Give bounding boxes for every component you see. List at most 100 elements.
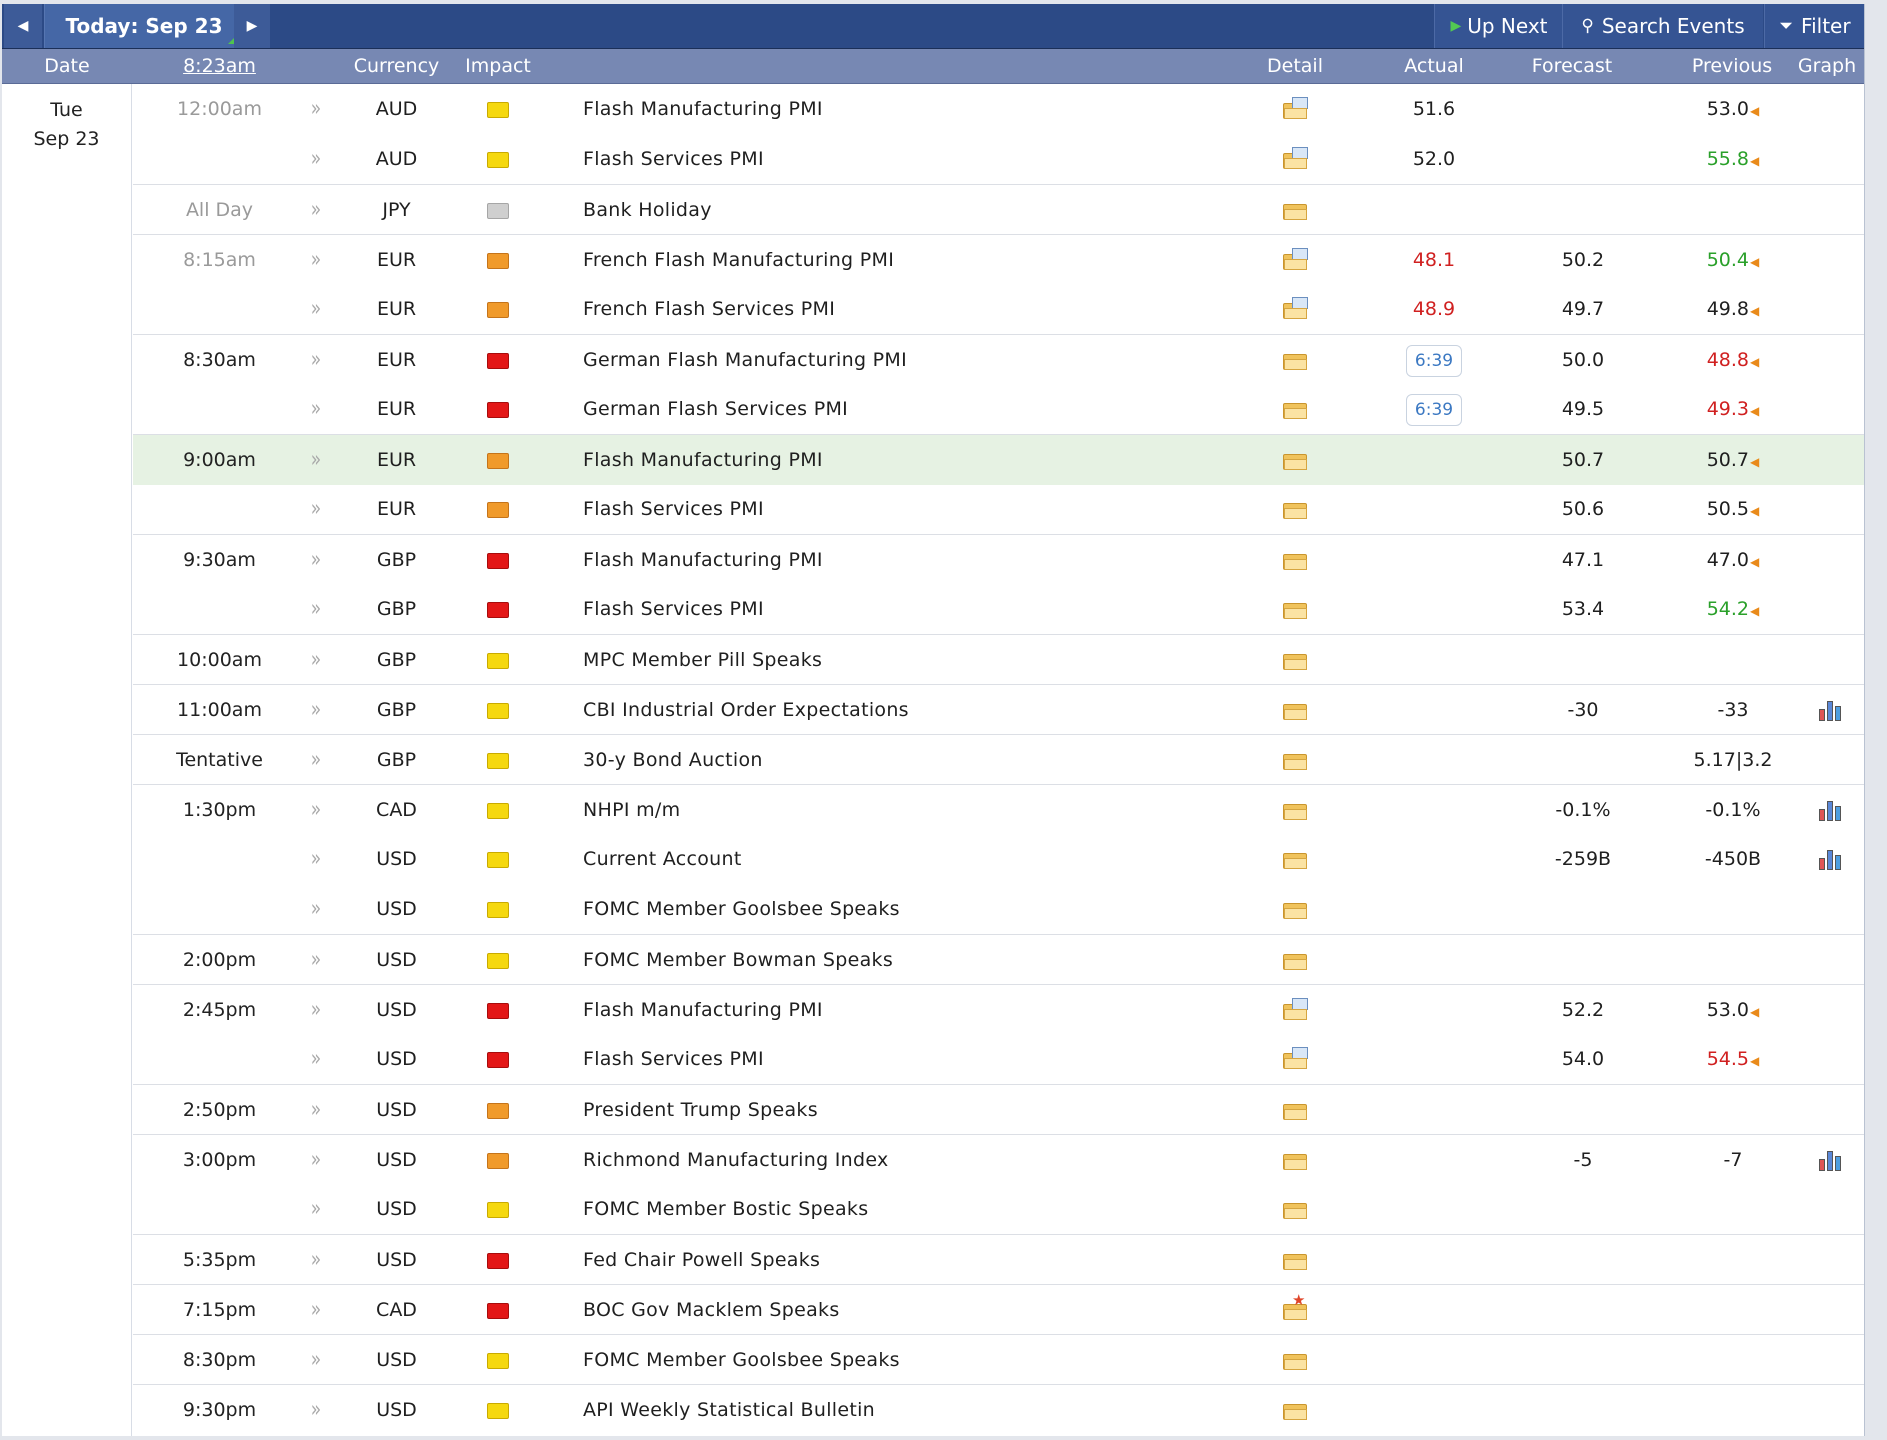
filter-button[interactable]: ⏷ Filter [1764,4,1864,48]
event-title[interactable]: Flash Manufacturing PMI [583,435,1223,485]
event-title[interactable]: German Flash Services PMI [583,384,1223,434]
event-title[interactable]: Richmond Manufacturing Index [583,1135,1223,1185]
folder-icon[interactable] [1283,1102,1307,1120]
table-row[interactable]: 9:30pm» USD API Weekly Statistical Bulleti… [133,1384,1864,1435]
table-row[interactable]: 1:30pm» CAD NHPI m/m -0.1% -0.1% [133,784,1864,835]
folder-icon[interactable] [1283,1402,1307,1420]
table-row[interactable]: » EUR German Flash Services PMI 6:39 49.5 49.… [133,384,1864,434]
folder-icon[interactable] [1283,752,1307,770]
folder-icon[interactable] [1283,552,1307,570]
header-current-time[interactable]: 8:23am [133,49,306,83]
bar-chart-bar [1835,805,1841,821]
table-row[interactable]: 8:30am» EUR German Flash Manufacturing PMI… [133,334,1864,385]
bar-chart-icon[interactable] [1818,800,1844,821]
folder-icon[interactable] [1283,501,1307,519]
event-title[interactable]: FOMC Member Bostic Speaks [583,1184,1223,1234]
folder-icon[interactable] [1283,1252,1307,1270]
sound-icon[interactable]: » [301,1378,331,1437]
event-title[interactable]: Current Account [583,834,1223,884]
folder-icon[interactable] [1283,1152,1307,1170]
table-row[interactable]: 7:15pm» CAD BOC Gov Macklem Speaks ★ [133,1284,1864,1335]
event-actual [1384,1135,1484,1185]
event-title[interactable]: French Flash Services PMI [583,284,1223,334]
table-row[interactable]: » USD FOMC Member Goolsbee Speaks [133,884,1864,934]
event-title[interactable]: German Flash Manufacturing PMI [583,335,1223,385]
detail-cell [1263,535,1327,585]
event-title[interactable]: FOMC Member Goolsbee Speaks [583,1335,1223,1385]
folder-icon[interactable] [1283,352,1307,370]
folder-icon[interactable] [1283,601,1307,619]
folder-icon[interactable] [1283,901,1307,919]
table-row[interactable]: 9:30am» GBP Flash Manufacturing PMI 47.1 47.… [133,534,1864,585]
folder-icon[interactable] [1283,452,1307,470]
table-row[interactable]: All Day» JPY Bank Holiday [133,184,1864,235]
event-title[interactable]: Flash Manufacturing PMI [583,985,1223,1035]
event-title[interactable]: MPC Member Pill Speaks [583,635,1223,685]
folder-document-icon[interactable] [1283,146,1308,169]
event-title[interactable]: CBI Industrial Order Expectations [583,685,1223,735]
event-title[interactable]: Bank Holiday [583,185,1223,235]
event-title[interactable]: 30-y Bond Auction [583,735,1223,785]
folder-icon[interactable] [1283,851,1307,869]
folder-icon[interactable] [1283,702,1307,720]
table-row[interactable]: 3:00pm» USD Richmond Manufacturing Index -5… [133,1134,1864,1185]
event-title[interactable]: Flash Services PMI [583,134,1223,184]
event-title[interactable]: Fed Chair Powell Speaks [583,1235,1223,1285]
folder-document-icon[interactable] [1283,1046,1308,1069]
event-title[interactable]: Flash Services PMI [583,584,1223,634]
folder-icon[interactable] [1283,202,1307,220]
table-row[interactable]: » USD FOMC Member Bostic Speaks [133,1184,1864,1234]
bar-chart-icon[interactable] [1818,1150,1844,1171]
table-row[interactable]: 9:00am» EUR Flash Manufacturing PMI 50.7 50.… [133,434,1864,485]
table-row[interactable]: » AUD Flash Services PMI 52.0 55.8◀ [133,134,1864,184]
table-row[interactable]: » EUR Flash Services PMI 50.6 50.5◀ [133,484,1864,534]
event-title[interactable]: Flash Services PMI [583,1034,1223,1084]
folder-icon[interactable] [1283,1352,1307,1370]
table-row[interactable]: 2:45pm» USD Flash Manufacturing PMI 52.2 53.… [133,984,1864,1035]
table-row[interactable]: 8:30pm» USD FOMC Member Goolsbee Speaks [133,1334,1864,1385]
event-title[interactable]: Flash Services PMI [583,484,1223,534]
table-row[interactable]: » GBP Flash Services PMI 53.4 54.2◀ [133,584,1864,634]
table-row[interactable]: Tentative» GBP 30-y Bond Auction 5.17|3.2 [133,734,1864,785]
folder-icon[interactable] [1283,652,1307,670]
event-title[interactable]: French Flash Manufacturing PMI [583,235,1223,285]
folder-document-icon[interactable] [1283,997,1308,1020]
table-row[interactable]: » USD Current Account -259B -450B [133,834,1864,884]
table-row[interactable]: » EUR French Flash Services PMI 48.9 49.7 49.… [133,284,1864,334]
event-title[interactable]: President Trump Speaks [583,1085,1223,1135]
event-title[interactable]: FOMC Member Goolsbee Speaks [583,884,1223,934]
table-row[interactable]: 5:35pm» USD Fed Chair Powell Speaks [133,1234,1864,1285]
bar-chart-icon[interactable] [1818,700,1844,721]
folder-icon[interactable] [1283,1201,1307,1219]
folder-document-icon[interactable] [1283,247,1308,270]
event-title[interactable]: Flash Manufacturing PMI [583,535,1223,585]
today-date-button[interactable]: Today: Sep 23 [44,4,244,48]
folder-document-icon[interactable] [1283,96,1308,119]
table-row[interactable]: » USD Flash Services PMI 54.0 54.5◀ [133,1034,1864,1084]
next-day-button[interactable]: ▶ [234,4,270,48]
folder-icon[interactable] [1283,401,1307,419]
up-next-button[interactable]: ▶ Up Next [1434,4,1563,48]
table-row[interactable]: 2:00pm» USD FOMC Member Bowman Speaks [133,934,1864,985]
folder-front [1284,1158,1307,1170]
event-title[interactable]: NHPI m/m [583,785,1223,835]
bar-chart-icon[interactable] [1818,849,1844,870]
event-actual: 6:39 [1384,335,1484,385]
previous-day-button[interactable]: ◀ [4,4,42,48]
event-title[interactable]: BOC Gov Macklem Speaks [583,1285,1223,1335]
event-title[interactable]: API Weekly Statistical Bulletin [583,1385,1223,1435]
table-row[interactable]: 2:50pm» USD President Trump Speaks [133,1084,1864,1135]
folder-document-icon[interactable] [1283,296,1308,319]
search-events-button[interactable]: ⚲ Search Events [1562,4,1763,48]
table-row[interactable]: 10:00am» GBP MPC Member Pill Speaks [133,634,1864,685]
folder-star-icon[interactable]: ★ [1283,1292,1307,1320]
graph-cell [1801,985,1861,1035]
table-row[interactable]: 11:00am» GBP CBI Industrial Order Expectat… [133,684,1864,735]
folder-icon[interactable] [1283,802,1307,820]
table-row[interactable]: 8:15am» EUR French Flash Manufacturing PMI… [133,234,1864,285]
table-row[interactable]: 12:00am» AUD Flash Manufacturing PMI 51.6 53… [133,84,1864,134]
event-title[interactable]: Flash Manufacturing PMI [583,84,1223,134]
event-title[interactable]: FOMC Member Bowman Speaks [583,935,1223,985]
event-currency: USD [376,1198,417,1220]
folder-icon[interactable] [1283,952,1307,970]
